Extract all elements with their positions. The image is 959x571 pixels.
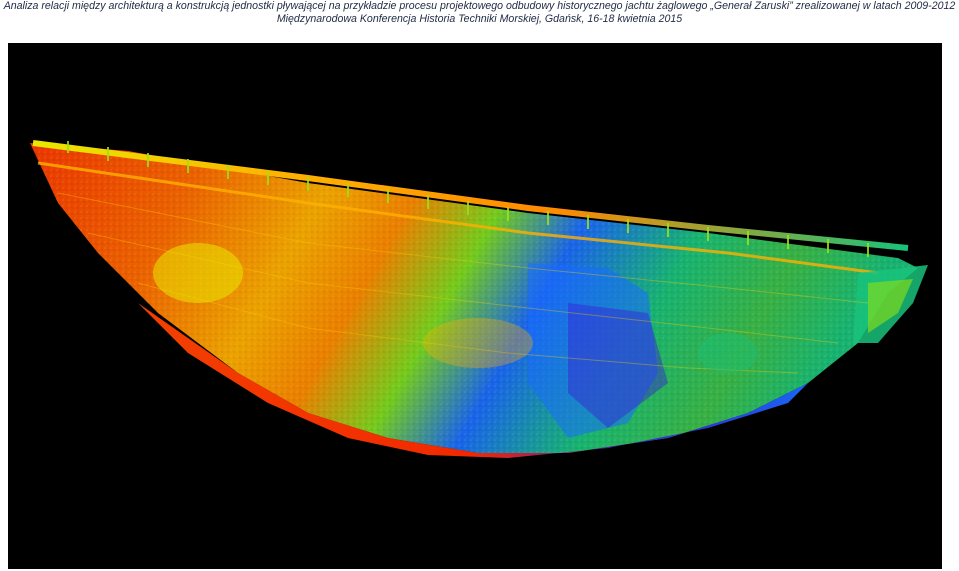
- header-title: Analiza relacji między architekturą a ko…: [3, 0, 956, 12]
- slide-header: Analiza relacji między architekturą a ko…: [0, 0, 959, 26]
- header-conference: Międzynarodowa Konferencja Historia Tech…: [276, 13, 683, 25]
- point-cloud-figure: [8, 43, 942, 569]
- hull-point-cloud-image: [30, 140, 928, 458]
